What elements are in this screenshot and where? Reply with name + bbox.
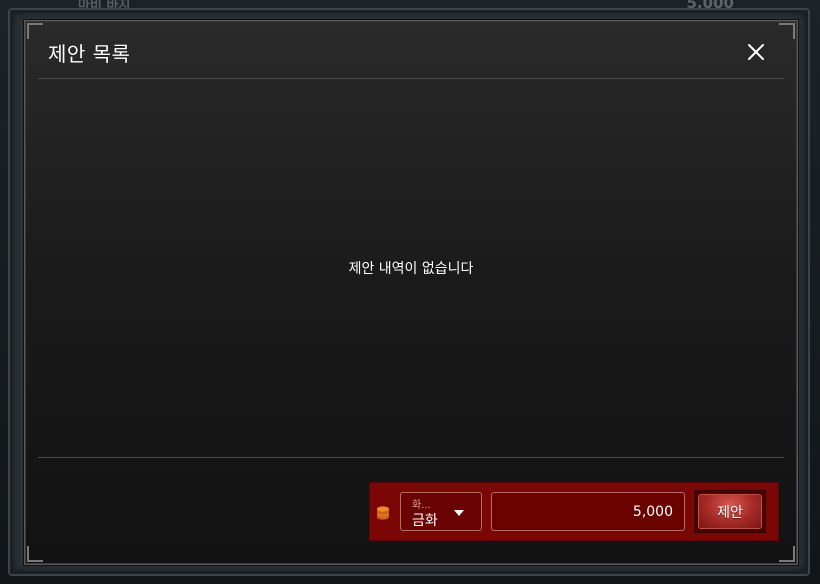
currency-select[interactable]: 화... 금화 [400,492,482,531]
close-icon [748,44,764,60]
currency-select-value: 금화 [412,513,438,529]
currency-select-caption: 화... [412,500,431,511]
submit-offer-label: 제안 [698,494,762,529]
corner-ornament [779,546,795,562]
corner-ornament [779,23,795,39]
close-button[interactable] [745,41,767,63]
offer-list-modal: 제안 목록 제안 내역이 없습니다 화... 금화 제안 [24,20,798,565]
modal-title: 제안 목록 [48,42,131,66]
coin-stack-icon [377,506,389,520]
offer-form: 화... 금화 제안 [369,482,779,541]
corner-ornament [27,546,43,562]
chevron-down-icon [454,510,464,516]
footer-divider [38,457,784,458]
corner-ornament [27,23,43,39]
header-divider [38,78,784,79]
offer-amount-input[interactable] [491,492,685,531]
submit-offer-button[interactable]: 제안 [694,490,766,533]
empty-state-message: 제안 내역이 없습니다 [348,261,474,277]
